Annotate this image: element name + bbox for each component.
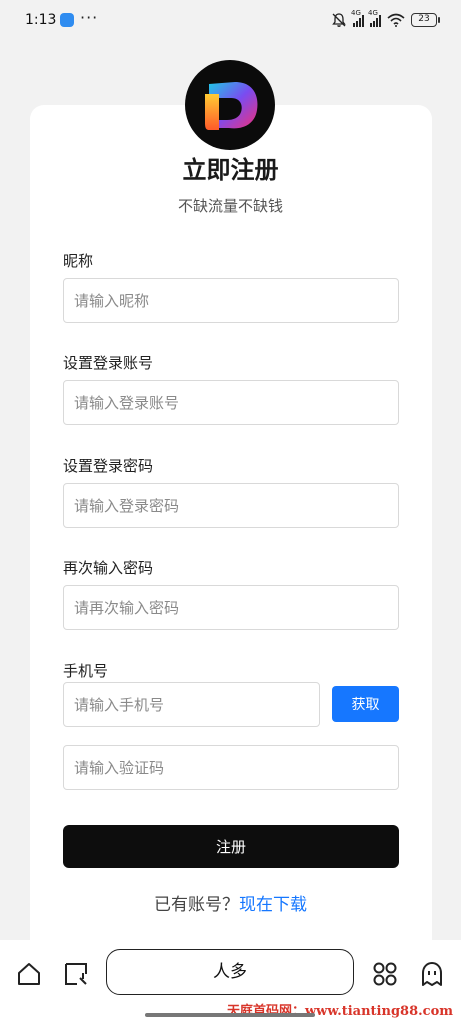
page-subtitle: 不缺流量不缺钱 bbox=[177, 197, 283, 215]
confirm-password-input[interactable] bbox=[63, 585, 399, 630]
logo-mark-icon bbox=[205, 82, 258, 130]
browser-bottom-bar: 人多 天庭首码网：www.tianting88.com bbox=[0, 940, 461, 1024]
phone-label: 手机号 bbox=[63, 662, 109, 680]
status-time: 1:13 bbox=[25, 12, 57, 28]
app-logo bbox=[185, 60, 275, 150]
wifi-icon bbox=[387, 13, 405, 27]
signal-icon: 4G bbox=[368, 9, 381, 27]
verification-code-input[interactable] bbox=[63, 745, 399, 790]
ghost-icon[interactable] bbox=[418, 960, 446, 988]
tabs-icon[interactable] bbox=[62, 960, 90, 988]
signal-icon: 4G bbox=[351, 9, 364, 27]
app-notification-icon bbox=[60, 13, 74, 27]
phone-input[interactable] bbox=[63, 682, 320, 727]
download-now-link[interactable]: 现在下载 bbox=[239, 895, 307, 915]
bell-muted-icon bbox=[332, 13, 346, 27]
status-indicators: 4G 4G 23 bbox=[331, 9, 440, 30]
account-label: 设置登录账号 bbox=[63, 354, 154, 372]
address-bar[interactable]: 人多 bbox=[106, 949, 354, 995]
password-label: 设置登录密码 bbox=[63, 457, 154, 475]
status-bar: 1:13 ··· 4G 4G 23 bbox=[0, 0, 461, 40]
account-input[interactable] bbox=[63, 380, 399, 425]
register-button[interactable]: 注册 bbox=[63, 825, 399, 868]
home-icon[interactable] bbox=[15, 960, 43, 988]
grid-icon[interactable] bbox=[371, 960, 399, 988]
signal-type-label: 4G bbox=[351, 9, 361, 17]
nickname-label: 昵称 bbox=[63, 252, 94, 270]
get-code-button[interactable]: 获取 bbox=[332, 686, 399, 722]
nickname-input[interactable] bbox=[63, 278, 399, 323]
download-prompt: 已有账号？现在下载 bbox=[0, 890, 461, 915]
page-title: 立即注册 bbox=[182, 156, 279, 184]
confirm-password-label: 再次输入密码 bbox=[63, 559, 154, 577]
more-notifications-icon: ··· bbox=[80, 8, 99, 27]
signal-type-label: 4G bbox=[368, 9, 378, 17]
password-input[interactable] bbox=[63, 483, 399, 528]
battery-icon: 23 bbox=[411, 13, 440, 27]
home-indicator[interactable] bbox=[145, 1013, 315, 1017]
have-account-text: 已有账号？ bbox=[154, 895, 239, 915]
